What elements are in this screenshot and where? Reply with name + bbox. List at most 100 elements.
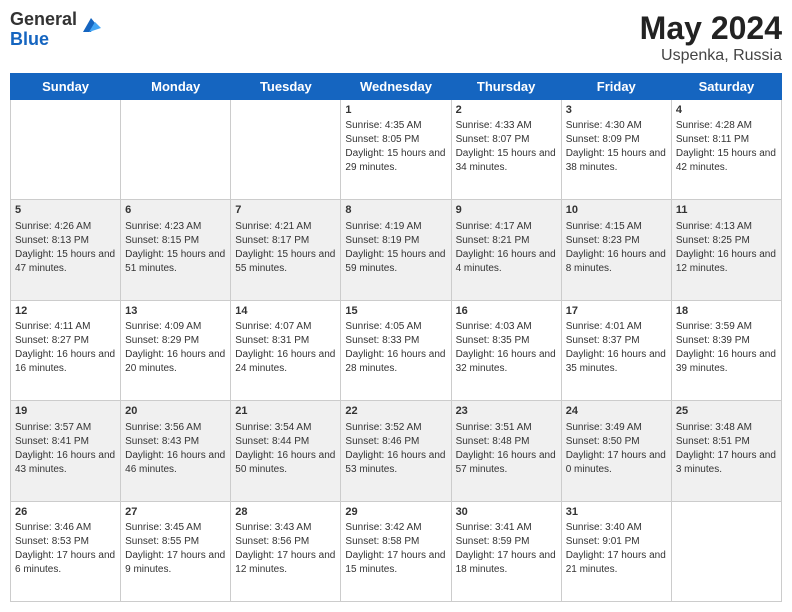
- sunrise-text: Sunrise: 3:46 AM: [15, 522, 91, 533]
- sunrise-text: Sunrise: 4:05 AM: [345, 321, 421, 332]
- calendar-cell: 26 Sunrise: 3:46 AM Sunset: 8:53 PM Dayligh…: [11, 501, 121, 601]
- sunrise-text: Sunrise: 3:45 AM: [125, 522, 201, 533]
- sunrise-text: Sunrise: 4:09 AM: [125, 321, 201, 332]
- sunset-text: Sunset: 8:15 PM: [125, 235, 199, 246]
- calendar-cell: 23Sunrise: 3:51 AMSunset: 8:48 PMDayligh…: [451, 401, 561, 501]
- daylight-text: Daylight: 17 hours and 15 minutes.: [345, 550, 445, 575]
- calendar-cell: 9 Sunrise: 4:17 AM Sunset: 8:21 PM Daylight…: [451, 200, 561, 300]
- calendar-cell: 1Sunrise: 4:35 AMSunset: 8:05 PMDaylight…: [341, 100, 451, 200]
- daylight-text: Daylight: 16 hours and 32 minutes.: [456, 349, 556, 374]
- calendar-cell: 17Sunrise: 4:01 AMSunset: 8:37 PMDayligh…: [561, 300, 671, 400]
- sunrise-text: Sunrise: 4:01 AM: [566, 321, 642, 332]
- calendar-cell: 19Sunrise: 3:57 AMSunset: 8:41 PMDayligh…: [11, 401, 121, 501]
- daylight-text: Daylight: 17 hours and 3 minutes.: [676, 450, 776, 475]
- day-number: 1: [345, 103, 446, 118]
- title-block: May 2024 Uspenka, Russia: [640, 10, 782, 65]
- calendar-cell: 5Sunrise: 4:26 AMSunset: 8:13 PMDaylight…: [11, 200, 121, 300]
- sunrise-text: Sunrise: 4:30 AM: [566, 120, 642, 131]
- sunset-text: Sunset: 8:35 PM: [456, 335, 530, 346]
- sunset-text: Sunset: 8:21 PM: [456, 235, 530, 246]
- daylight-text: Daylight: 16 hours and 53 minutes.: [345, 450, 445, 475]
- daylight-text: Daylight: 16 hours and 4 minutes.: [456, 249, 556, 274]
- daylight-text: Daylight: 16 hours and 39 minutes.: [676, 349, 776, 374]
- sunrise-text: Sunrise: 4:13 AM: [676, 221, 752, 232]
- calendar-cell: 8Sunrise: 4:19 AMSunset: 8:19 PMDaylight…: [341, 200, 451, 300]
- calendar-cell: [11, 100, 121, 200]
- sunset-text: Sunset: 8:39 PM: [676, 335, 750, 346]
- sunrise-text: Sunrise: 4:35 AM: [345, 120, 421, 131]
- daylight-text: Daylight: 17 hours and 12 minutes.: [235, 550, 335, 575]
- day-number: 29: [345, 505, 446, 520]
- calendar-cell: [671, 501, 781, 601]
- col-wednesday: Wednesday: [341, 74, 451, 100]
- sunset-text: Sunset: 8:11 PM: [676, 134, 749, 145]
- day-number: 9: [456, 203, 557, 218]
- calendar-cell: 7Sunrise: 4:21 AMSunset: 8:17 PMDaylight…: [231, 200, 341, 300]
- calendar-week-2: 5Sunrise: 4:26 AMSunset: 8:13 PMDaylight…: [11, 200, 782, 300]
- day-number: 27: [125, 505, 226, 520]
- calendar-cell: 13Sunrise: 4:09 AMSunset: 8:29 PMDayligh…: [121, 300, 231, 400]
- sunset-text: Sunset: 8:37 PM: [566, 335, 640, 346]
- sunrise-text: Sunrise: 3:42 AM: [345, 522, 421, 533]
- sunset-text: Sunset: 8:58 PM: [345, 536, 419, 547]
- day-number: 2: [456, 103, 557, 118]
- day-number: 14: [235, 304, 336, 319]
- logo: General Blue: [10, 10, 103, 50]
- day-number: 20: [125, 404, 226, 419]
- sunrise-text: Sunrise: 4:03 AM: [456, 321, 532, 332]
- sunset-text: Sunset: 8:51 PM: [676, 436, 750, 447]
- daylight-text: Daylight: 16 hours and 12 minutes.: [676, 249, 776, 274]
- calendar-cell: 2Sunrise: 4:33 AMSunset: 8:07 PMDaylight…: [451, 100, 561, 200]
- sunset-text: Sunset: 9:01 PM: [566, 536, 640, 547]
- calendar-cell: 11Sunrise: 4:13 AMSunset: 8:25 PMDayligh…: [671, 200, 781, 300]
- sunrise-text: Sunrise: 4:26 AM: [15, 221, 91, 232]
- sunrise-text: Sunrise: 3:41 AM: [456, 522, 532, 533]
- day-number: 6: [125, 203, 226, 218]
- calendar-cell: 28Sunrise: 3:43 AMSunset: 8:56 PMDayligh…: [231, 501, 341, 601]
- daylight-text: Daylight: 15 hours and 51 minutes.: [125, 249, 225, 274]
- sunset-text: Sunset: 8:25 PM: [676, 235, 750, 246]
- daylight-text: Daylight: 17 hours and 6 minutes.: [15, 550, 115, 575]
- sunset-text: Sunset: 8:53 PM: [15, 536, 89, 547]
- sunrise-text: Sunrise: 4:23 AM: [125, 221, 201, 232]
- calendar-cell: 12Sunrise: 4:11 AMSunset: 8:27 PMDayligh…: [11, 300, 121, 400]
- sunrise-text: Sunrise: 3:59 AM: [676, 321, 752, 332]
- sunset-text: Sunset: 8:43 PM: [125, 436, 199, 447]
- day-number: 25: [676, 404, 777, 419]
- calendar-week-5: 26 Sunrise: 3:46 AM Sunset: 8:53 PM Dayligh…: [11, 501, 782, 601]
- calendar-cell: 14Sunrise: 4:07 AMSunset: 8:31 PMDayligh…: [231, 300, 341, 400]
- daylight-text: Daylight: 16 hours and 35 minutes.: [566, 349, 666, 374]
- calendar-cell: 6 Sunrise: 4:23 AM Sunset: 8:15 PM Daylight…: [121, 200, 231, 300]
- sunrise-text: Sunrise: 3:52 AM: [345, 422, 421, 433]
- day-number: 21: [235, 404, 336, 419]
- sunrise-text: Sunrise: 4:21 AM: [235, 221, 311, 232]
- calendar-cell: 21Sunrise: 3:54 AMSunset: 8:44 PMDayligh…: [231, 401, 341, 501]
- day-number: 28: [235, 505, 336, 520]
- calendar-cell: 16Sunrise: 4:03 AMSunset: 8:35 PMDayligh…: [451, 300, 561, 400]
- calendar-header-row: Sunday Monday Tuesday Wednesday Thursday…: [11, 74, 782, 100]
- sunset-text: Sunset: 8:05 PM: [345, 134, 419, 145]
- day-number: 26: [15, 505, 116, 520]
- calendar-cell: 30Sunrise: 3:41 AMSunset: 8:59 PMDayligh…: [451, 501, 561, 601]
- day-number: 30: [456, 505, 557, 520]
- sunrise-text: Sunrise: 4:19 AM: [345, 221, 421, 232]
- day-number: 24: [566, 404, 667, 419]
- sunrise-text: Sunrise: 4:17 AM: [456, 221, 532, 232]
- sunset-text: Sunset: 8:09 PM: [566, 134, 640, 145]
- sunset-text: Sunset: 8:07 PM: [456, 134, 530, 145]
- sunrise-text: Sunrise: 3:54 AM: [235, 422, 311, 433]
- day-number: 15: [345, 304, 446, 319]
- daylight-text: Daylight: 16 hours and 24 minutes.: [235, 349, 335, 374]
- day-number: 7: [235, 203, 336, 218]
- daylight-text: Daylight: 17 hours and 0 minutes.: [566, 450, 666, 475]
- daylight-text: Daylight: 16 hours and 20 minutes.: [125, 349, 225, 374]
- calendar-cell: 22Sunrise: 3:52 AMSunset: 8:46 PMDayligh…: [341, 401, 451, 501]
- calendar-cell: 15Sunrise: 4:05 AMSunset: 8:33 PMDayligh…: [341, 300, 451, 400]
- sunset-text: Sunset: 8:17 PM: [235, 235, 309, 246]
- sunset-text: Sunset: 8:27 PM: [15, 335, 89, 346]
- day-number: 3: [566, 103, 667, 118]
- title-month: May 2024: [640, 10, 782, 47]
- calendar-cell: 4Sunrise: 4:28 AMSunset: 8:11 PMDaylight…: [671, 100, 781, 200]
- sunset-text: Sunset: 8:44 PM: [235, 436, 309, 447]
- sunset-text: Sunset: 8:48 PM: [456, 436, 530, 447]
